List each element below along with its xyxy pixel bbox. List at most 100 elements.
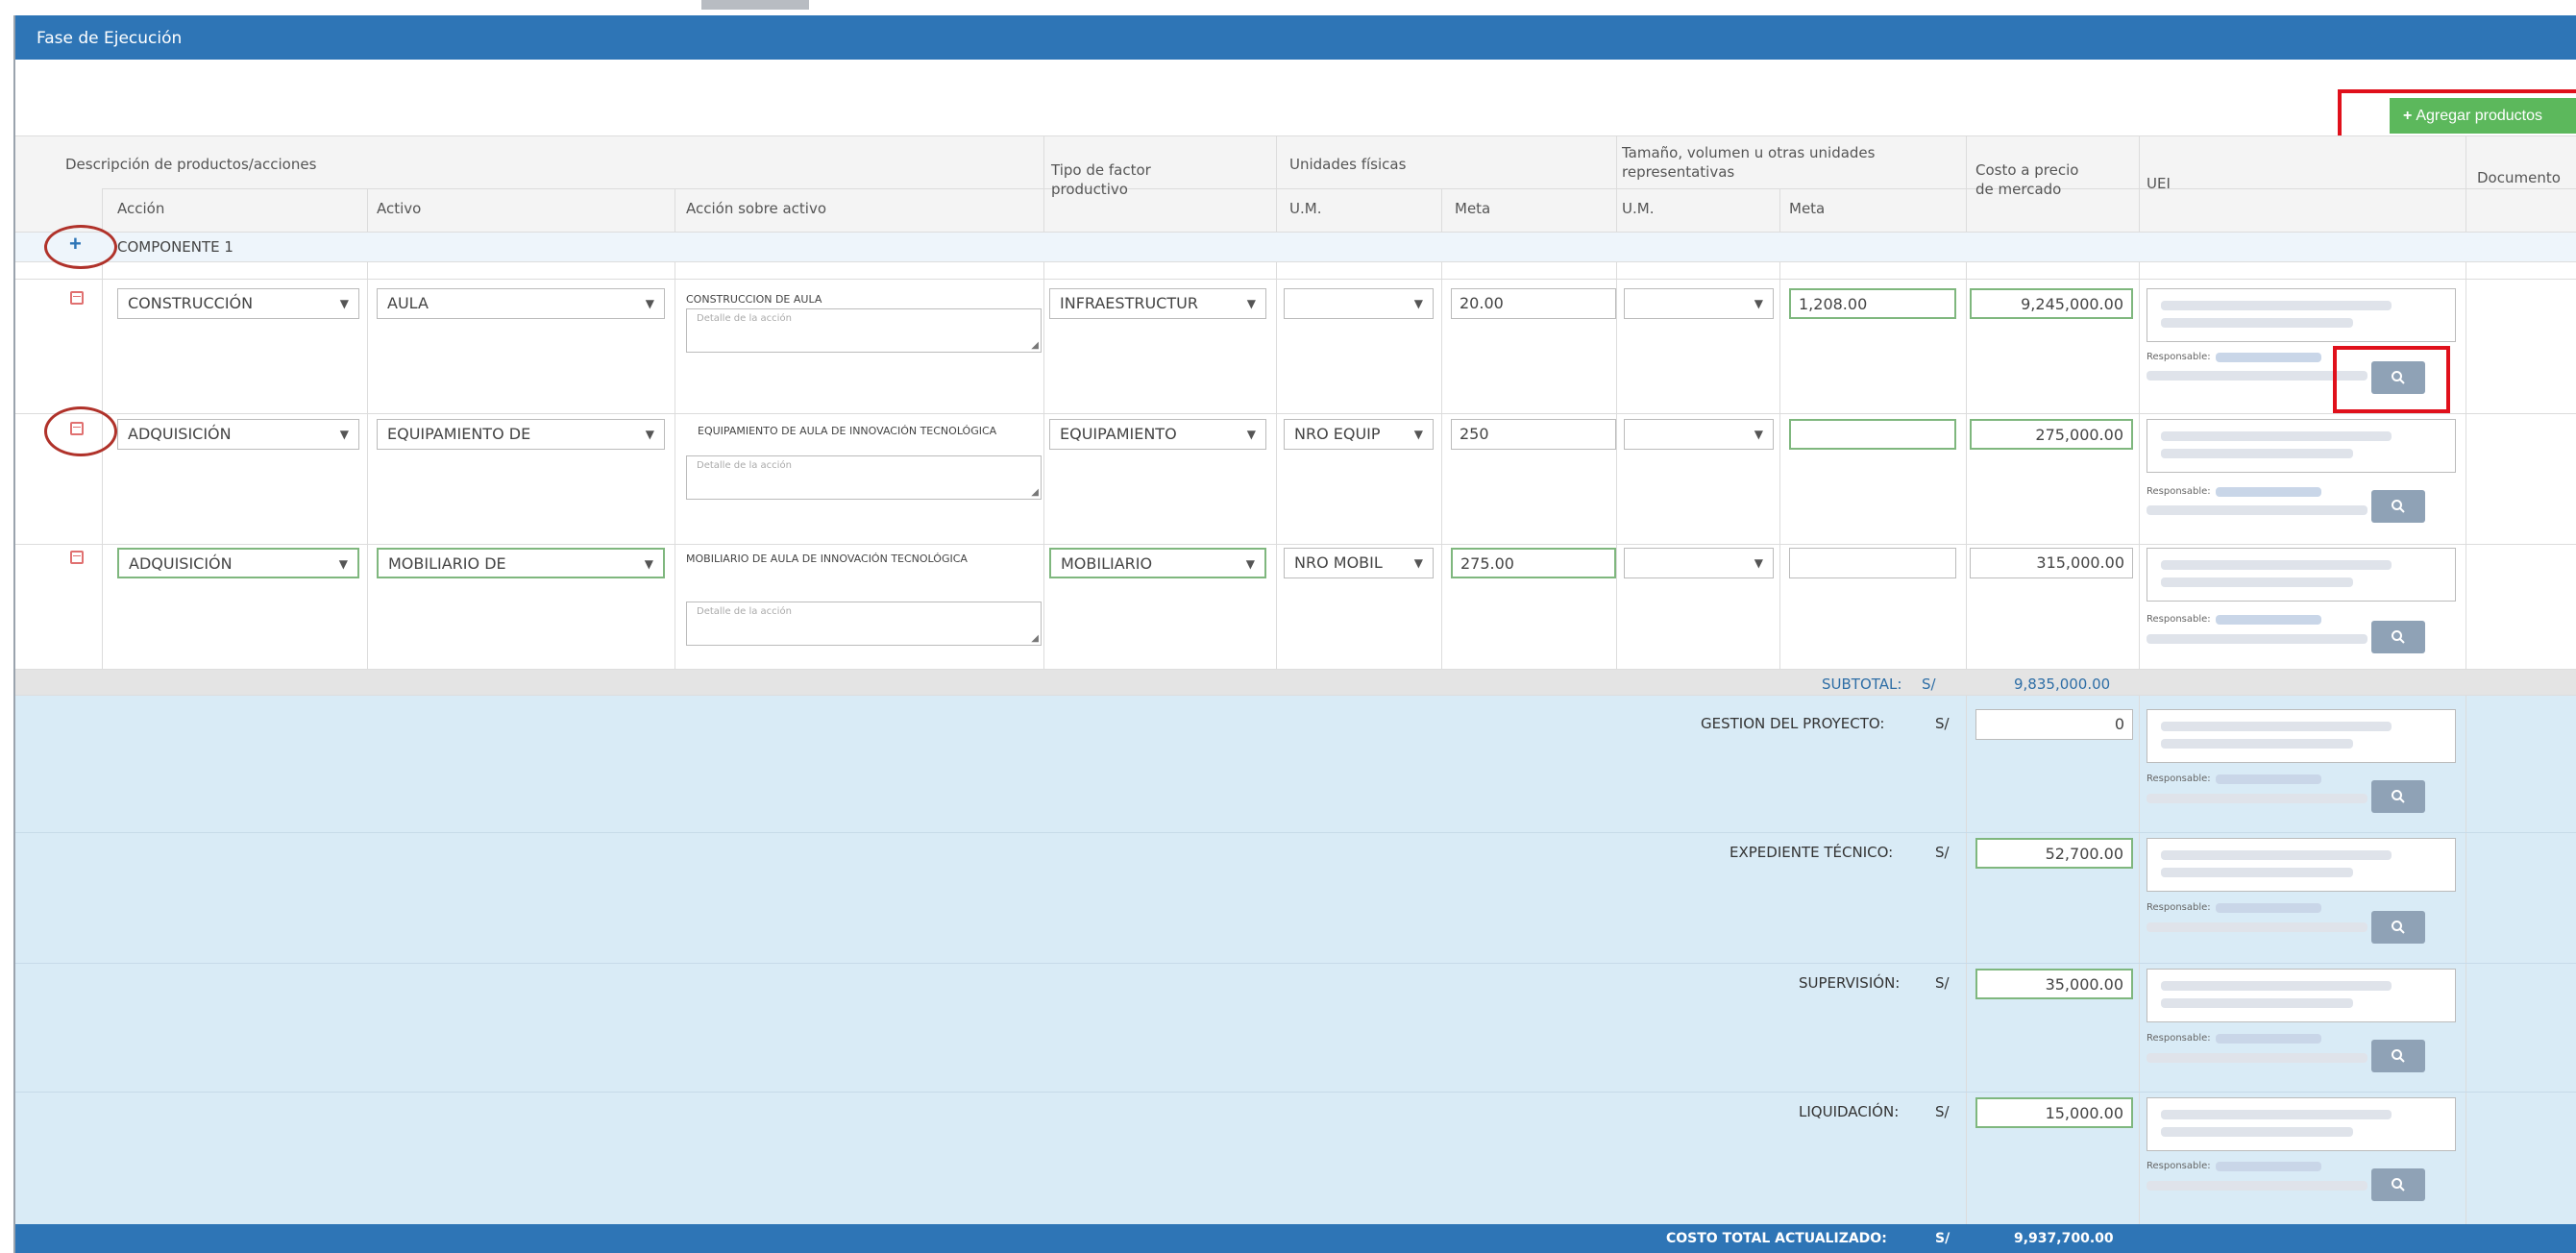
search-button[interactable] (2371, 911, 2425, 944)
accion-select[interactable]: ADQUISICIÓN ▼ (117, 548, 359, 578)
uei-field[interactable] (2147, 838, 2456, 892)
chevron-down-icon: ▼ (1413, 297, 1423, 310)
header-costo-1: Costo a precio (1975, 161, 2079, 179)
resize-grip-icon[interactable]: ◢ (1031, 633, 1039, 644)
col-divider (1779, 188, 1780, 682)
search-button[interactable] (2371, 780, 2425, 813)
blurred-text (2216, 615, 2321, 625)
col-divider (2139, 696, 2140, 1224)
chevron-down-icon: ▼ (1246, 428, 1256, 441)
col-divider (1966, 696, 1967, 1224)
header-accion: Acción (117, 200, 165, 217)
header-meta: Meta (1455, 200, 1491, 217)
accion-value: ADQUISICIÓN (128, 425, 232, 443)
accion-sobre-activo-text: CONSTRUCCION DE AULA (686, 293, 822, 306)
um-value: NRO MOBIL (1294, 553, 1383, 572)
resize-grip-icon[interactable]: ◢ (1031, 340, 1039, 351)
search-icon (2392, 790, 2405, 803)
col-divider (1276, 135, 1277, 682)
uei-field[interactable] (2147, 419, 2456, 473)
supervision-label: SUPERVISIÓN: (1799, 974, 1901, 992)
costo-input[interactable]: 9,245,000.00 (1970, 288, 2133, 319)
activo-select[interactable]: MOBILIARIO DE ▼ (377, 548, 665, 578)
meta2-input[interactable] (1789, 548, 1956, 578)
activo-select[interactable]: EQUIPAMIENTO DE ▼ (377, 419, 665, 450)
tipo-factor-select[interactable]: EQUIPAMIENTO ▼ (1049, 419, 1266, 450)
search-icon (2392, 500, 2405, 513)
uei-field[interactable] (2147, 969, 2456, 1022)
trash-icon[interactable] (70, 291, 84, 305)
col-divider (367, 188, 368, 682)
header-unidades-fisicas: Unidades físicas (1289, 156, 1407, 173)
search-icon (2392, 630, 2405, 644)
blurred-text (2161, 739, 2353, 749)
plus-icon: + (2403, 108, 2413, 124)
search-button[interactable] (2371, 490, 2425, 523)
trash-icon[interactable] (70, 551, 84, 564)
header-description-group: Descripción de productos/acciones (65, 156, 317, 173)
um2-select[interactable]: ▼ (1624, 288, 1774, 319)
component-label: COMPONENTE 1 (117, 238, 233, 256)
um-value: NRO EQUIP (1294, 425, 1381, 443)
blurred-text (2216, 1034, 2321, 1044)
chevron-down-icon: ▼ (1245, 557, 1255, 571)
costo-input[interactable]: 275,000.00 (1970, 419, 2133, 450)
tipo-factor-value: EQUIPAMIENTO (1060, 425, 1177, 443)
detalle-textarea[interactable]: Detalle de la acción ◢ (686, 602, 1042, 646)
um-select[interactable]: NRO MOBIL ▼ (1284, 548, 1434, 578)
supervision-input[interactable]: 35,000.00 (1975, 969, 2133, 999)
um-select[interactable]: ▼ (1284, 288, 1434, 319)
total-currency: S/ (1935, 1231, 1950, 1246)
blurred-text (2161, 449, 2353, 458)
responsable-label: Responsable: (2147, 774, 2211, 784)
uei-field[interactable] (2147, 709, 2456, 763)
um2-select[interactable]: ▼ (1624, 548, 1774, 578)
responsable-label: Responsable: (2147, 352, 2211, 362)
chevron-down-icon: ▼ (645, 297, 654, 310)
add-product-button[interactable]: + Agregar productos (2390, 98, 2576, 134)
blurred-text (2216, 903, 2321, 913)
panel-title: Fase de Ejecución (37, 29, 183, 48)
header-accion-sobre-activo: Acción sobre activo (686, 200, 827, 217)
blurred-text (2216, 353, 2321, 362)
detalle-placeholder: Detalle de la acción (697, 460, 792, 471)
tipo-factor-select[interactable]: INFRAESTRUCTUR ▼ (1049, 288, 1266, 319)
costo-input[interactable]: 315,000.00 (1970, 548, 2133, 578)
chevron-down-icon: ▼ (1413, 556, 1423, 570)
execution-phase-panel: Fase de Ejecución + Agregar productos Des… (13, 15, 2576, 1253)
um2-select[interactable]: ▼ (1624, 419, 1774, 450)
chevron-down-icon: ▼ (339, 428, 349, 441)
accion-select[interactable]: CONSTRUCCIÓN ▼ (117, 288, 359, 319)
uei-field[interactable] (2147, 1097, 2456, 1151)
tipo-factor-select[interactable]: MOBILIARIO ▼ (1049, 548, 1266, 578)
panel-header: Fase de Ejecución (15, 15, 2576, 60)
meta-input[interactable]: 275.00 (1451, 548, 1616, 578)
responsable-label: Responsable: (2147, 1033, 2211, 1044)
search-button[interactable] (2371, 621, 2425, 653)
search-button[interactable] (2371, 1040, 2425, 1072)
liquidacion-input[interactable]: 15,000.00 (1975, 1097, 2133, 1128)
meta2-input[interactable]: 1,208.00 (1789, 288, 1956, 319)
header-meta2: Meta (1789, 200, 1826, 217)
accion-select[interactable]: ADQUISICIÓN ▼ (117, 419, 359, 450)
activo-value: EQUIPAMIENTO DE (387, 425, 531, 443)
search-button[interactable] (2371, 1168, 2425, 1201)
expediente-input[interactable]: 52,700.00 (1975, 838, 2133, 869)
meta-input[interactable]: 250 (1451, 419, 1616, 450)
detalle-textarea[interactable]: Detalle de la acción ◢ (686, 308, 1042, 353)
responsable-label: Responsable: (2147, 486, 2211, 497)
detalle-textarea[interactable]: Detalle de la acción ◢ (686, 455, 1042, 500)
um-select[interactable]: NRO EQUIP ▼ (1284, 419, 1434, 450)
activo-select[interactable]: AULA ▼ (377, 288, 665, 319)
blurred-text (2161, 301, 2392, 310)
resize-grip-icon[interactable]: ◢ (1031, 487, 1039, 498)
total-value: 9,937,700.00 (2014, 1231, 2114, 1246)
meta2-input[interactable] (1789, 419, 1956, 450)
uei-field[interactable] (2147, 548, 2456, 602)
gestion-input[interactable]: 0 (1975, 709, 2133, 740)
detalle-placeholder: Detalle de la acción (697, 606, 792, 617)
uei-field[interactable] (2147, 288, 2456, 342)
blurred-text (2161, 318, 2353, 328)
meta-input[interactable]: 20.00 (1451, 288, 1616, 319)
accion-sobre-activo-text: MOBILIARIO DE AULA DE INNOVACIÓN TECNOLÓ… (686, 553, 968, 565)
